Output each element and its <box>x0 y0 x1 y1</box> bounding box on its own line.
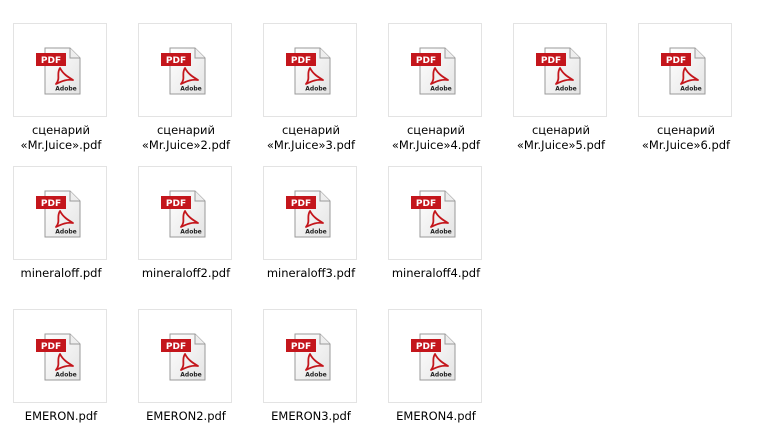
svg-text:PDF: PDF <box>41 342 61 352</box>
svg-text:PDF: PDF <box>416 199 436 209</box>
file-thumbnail[interactable]: PDF Adobe <box>138 166 232 260</box>
svg-text:Adobe: Adobe <box>305 372 326 379</box>
file-name: mineraloff4.pdf <box>391 266 481 280</box>
file-name: EMERON.pdf <box>24 409 98 423</box>
svg-text:Adobe: Adobe <box>180 372 201 379</box>
pdf-file-icon: PDF Adobe <box>536 47 581 95</box>
pdf-file-icon: PDF Adobe <box>411 333 456 381</box>
svg-text:Adobe: Adobe <box>55 372 76 379</box>
file-name: сценарий «Mr.Juice»6.pdf <box>641 123 731 152</box>
svg-text:Adobe: Adobe <box>55 86 76 93</box>
pdf-file-icon: PDF Adobe <box>286 190 331 238</box>
file-thumbnail[interactable]: PDF Adobe <box>388 309 482 403</box>
file-thumbnail[interactable]: PDF Adobe <box>388 166 482 260</box>
file-name: сценарий «Mr.Juice»3.pdf <box>266 123 356 152</box>
svg-text:PDF: PDF <box>291 199 311 209</box>
file-name: EMERON2.pdf <box>146 409 226 423</box>
svg-text:PDF: PDF <box>291 342 311 352</box>
svg-text:Adobe: Adobe <box>55 229 76 236</box>
pdf-file-icon: PDF Adobe <box>411 47 456 95</box>
pdf-file-icon: PDF Adobe <box>286 333 331 381</box>
pdf-file-icon: PDF Adobe <box>161 190 206 238</box>
svg-text:PDF: PDF <box>416 56 436 66</box>
file-name: EMERON3.pdf <box>271 409 351 423</box>
file-name: сценарий «Mr.Juice»5.pdf <box>516 123 606 152</box>
svg-text:PDF: PDF <box>541 56 561 66</box>
pdf-file-icon: PDF Adobe <box>36 333 81 381</box>
svg-text:Adobe: Adobe <box>305 229 326 236</box>
file-thumbnail[interactable]: PDF Adobe <box>13 166 107 260</box>
file-thumbnail[interactable]: PDF Adobe <box>638 23 732 117</box>
pdf-file-icon: PDF Adobe <box>161 333 206 381</box>
file-thumbnail[interactable]: PDF Adobe <box>13 23 107 117</box>
file-thumbnail[interactable]: PDF Adobe <box>388 23 482 117</box>
pdf-file-icon: PDF Adobe <box>286 47 331 95</box>
file-name: mineraloff.pdf <box>20 266 102 280</box>
file-name: сценарий «Mr.Juice»2.pdf <box>141 123 231 152</box>
svg-text:PDF: PDF <box>166 342 186 352</box>
svg-text:Adobe: Adobe <box>180 229 201 236</box>
file-thumbnail[interactable]: PDF Adobe <box>263 309 357 403</box>
svg-text:PDF: PDF <box>416 342 436 352</box>
svg-text:Adobe: Adobe <box>430 86 451 93</box>
file-name: сценарий «Mr.Juice»4.pdf <box>391 123 481 152</box>
svg-text:PDF: PDF <box>166 199 186 209</box>
svg-text:PDF: PDF <box>291 56 311 66</box>
pdf-file-icon: PDF Adobe <box>36 190 81 238</box>
file-thumbnail[interactable]: PDF Adobe <box>263 166 357 260</box>
pdf-file-icon: PDF Adobe <box>661 47 706 95</box>
pdf-file-icon: PDF Adobe <box>411 190 456 238</box>
file-thumbnail[interactable]: PDF Adobe <box>513 23 607 117</box>
svg-text:PDF: PDF <box>41 199 61 209</box>
svg-text:PDF: PDF <box>666 56 686 66</box>
svg-text:PDF: PDF <box>41 56 61 66</box>
svg-text:Adobe: Adobe <box>180 86 201 93</box>
file-thumbnail[interactable]: PDF Adobe <box>13 309 107 403</box>
svg-text:Adobe: Adobe <box>555 86 576 93</box>
file-name: mineraloff2.pdf <box>141 266 231 280</box>
svg-text:Adobe: Adobe <box>305 86 326 93</box>
file-thumbnail[interactable]: PDF Adobe <box>138 309 232 403</box>
file-name: сценарий «Mr.Juice».pdf <box>20 123 102 152</box>
svg-text:Adobe: Adobe <box>680 86 701 93</box>
file-thumbnail[interactable]: PDF Adobe <box>138 23 232 117</box>
file-name: EMERON4.pdf <box>396 409 476 423</box>
file-thumbnail[interactable]: PDF Adobe <box>263 23 357 117</box>
pdf-file-icon: PDF Adobe <box>36 47 81 95</box>
svg-text:PDF: PDF <box>166 56 186 66</box>
svg-text:Adobe: Adobe <box>430 372 451 379</box>
pdf-file-icon: PDF Adobe <box>161 47 206 95</box>
svg-text:Adobe: Adobe <box>430 229 451 236</box>
file-name: mineraloff3.pdf <box>266 266 356 280</box>
